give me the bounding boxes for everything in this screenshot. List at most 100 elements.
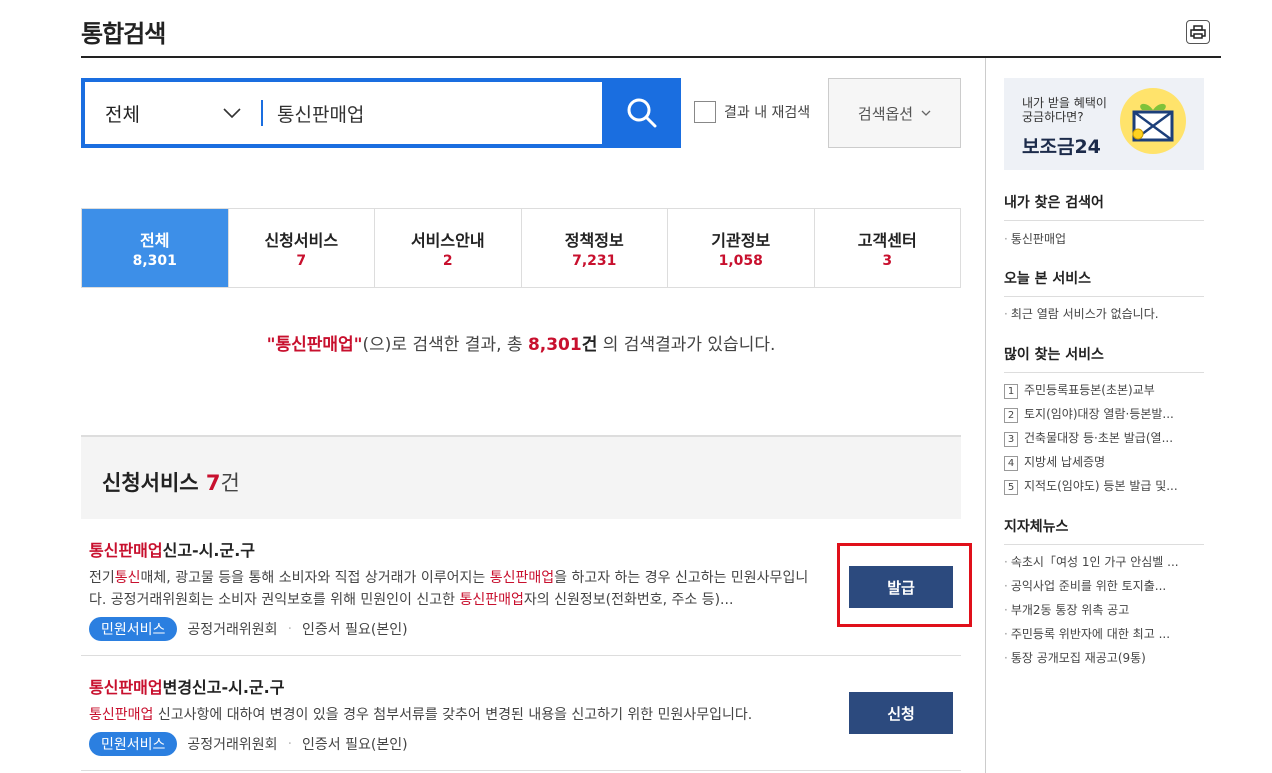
- summary-text-end: 의 검색결과가 있습니다.: [597, 335, 776, 355]
- tab-label: 전체: [140, 231, 170, 250]
- desc-highlight: 통신: [114, 570, 141, 586]
- tab-label: 신청서비스: [264, 231, 339, 250]
- apply-button[interactable]: 신청: [849, 692, 953, 734]
- news-item[interactable]: · 공익사업 준비를 위한 토지출...: [1004, 577, 1204, 594]
- my-searches-heading: 내가 찾은 검색어: [1004, 192, 1204, 221]
- news-label: 통장 공개모집 재공고(9통): [1010, 651, 1146, 665]
- news-item[interactable]: · 부개2동 통장 위촉 공고: [1004, 601, 1204, 618]
- news-label: 주민등록 위반자에 대한 최고 ...: [1010, 627, 1171, 641]
- popular-item[interactable]: 3 건축물대장 등·초본 발급(열...: [1004, 429, 1204, 447]
- popular-item[interactable]: 5 지적도(임야도) 등본 발급 및...: [1004, 477, 1204, 495]
- summary-total: 8,301: [527, 335, 582, 355]
- search-options-button[interactable]: 검색옵션: [828, 78, 961, 148]
- meta-separator: ·: [287, 621, 293, 637]
- popular-label: 지적도(임야도) 등본 발급 및...: [1024, 479, 1178, 493]
- tab-label: 서비스안내: [410, 231, 485, 250]
- result-item: 통신판매업신고-시.군.구 전기통신매체, 광고물 등을 통해 소비자와 직접 …: [81, 537, 961, 641]
- search-button[interactable]: [602, 78, 681, 148]
- summary-query: "통신판매업": [266, 335, 363, 355]
- service-tag[interactable]: 민원서비스: [89, 617, 178, 641]
- my-search-item[interactable]: · 통신판매업: [1004, 230, 1204, 247]
- recheck-toggle[interactable]: 결과 내 재검색: [694, 101, 810, 123]
- tab-policy-info[interactable]: 정책정보 7,231: [522, 209, 668, 287]
- tab-count: 8,301: [132, 253, 177, 269]
- tab-count: 2: [442, 253, 453, 269]
- result-item: 통신판매업변경신고-시.군.구 통신판매업 신고사항에 대하여 변경이 있을 경…: [81, 674, 961, 756]
- my-search-label: 통신판매업: [1010, 232, 1067, 246]
- tab-customer-center[interactable]: 고객센터 3: [815, 209, 961, 287]
- bullet: ·: [1004, 603, 1008, 617]
- bullet: ·: [1004, 555, 1008, 569]
- news-item[interactable]: · 주민등록 위반자에 대한 최고 ...: [1004, 625, 1204, 642]
- section-count: 7: [205, 471, 221, 495]
- news-label: 속초시「여성 1인 가구 안심벨 ...: [1010, 555, 1179, 569]
- tab-all[interactable]: 전체 8,301: [82, 209, 229, 287]
- today-viewed-label: 최근 열람 서비스가 없습니다.: [1010, 307, 1159, 321]
- desc-segment: 매체, 광고물 등을 통해 소비자와 직접 상거래가 이루어지는: [140, 570, 490, 586]
- news-item[interactable]: · 속초시「여성 1인 가구 안심벨 ...: [1004, 553, 1204, 570]
- title-divider: [81, 56, 1221, 58]
- recheck-checkbox[interactable]: [694, 101, 716, 123]
- result-title-rest: 변경신고-시.군.구: [162, 678, 285, 697]
- category-value: 전체: [105, 103, 140, 126]
- popular-label: 지방세 납세증명: [1024, 455, 1106, 469]
- result-org: 공정거래위원회: [187, 622, 278, 638]
- row-divider: [81, 655, 961, 656]
- banner-brand: 보조금24: [1022, 136, 1101, 158]
- popular-item[interactable]: 4 지방세 납세증명: [1004, 453, 1204, 471]
- banner-line2: 궁금하다면?: [1022, 110, 1084, 124]
- tab-label: 정책정보: [564, 231, 624, 250]
- popular-item[interactable]: 2 토지(임야)대장 열람·등본발...: [1004, 405, 1204, 423]
- result-cert: 인증서 필요(본인): [302, 737, 408, 753]
- meta-separator: ·: [287, 736, 293, 752]
- result-description: 전기통신매체, 광고물 등을 통해 소비자와 직접 상거래가 이루어지는 통신판…: [89, 567, 824, 611]
- result-summary: "통신판매업"(으)로 검색한 결과, 총 8,301건 의 검색결과가 있습니…: [81, 330, 961, 355]
- tab-agency-info[interactable]: 기관정보 1,058: [668, 209, 815, 287]
- news-item[interactable]: · 통장 공개모집 재공고(9통): [1004, 649, 1204, 666]
- print-button[interactable]: [1186, 20, 1210, 44]
- rank-badge: 4: [1004, 456, 1018, 471]
- print-icon: [1190, 25, 1206, 39]
- section-count-unit: 건: [220, 471, 240, 495]
- category-select[interactable]: 전체: [85, 82, 261, 144]
- banner-text: 내가 받을 혜택이 궁금하다면?: [1022, 96, 1107, 124]
- result-title[interactable]: 통신판매업변경신고-시.군.구: [89, 674, 961, 698]
- desc-segment: 자의 신원정보(전화번호, 주소 등)...: [523, 592, 734, 608]
- search-input[interactable]: 통신판매업: [277, 100, 602, 127]
- search-icon: [627, 98, 656, 128]
- banner-line1: 내가 받을 혜택이: [1022, 96, 1107, 110]
- chevron-down-icon: [223, 108, 241, 118]
- result-tabs: 전체 8,301 신청서비스 7 서비스안내 2 정책정보 7,231 기관정보…: [81, 208, 961, 288]
- today-viewed-empty: · 최근 열람 서비스가 없습니다.: [1004, 305, 1204, 322]
- tab-label: 기관정보: [711, 231, 771, 250]
- tab-application-service[interactable]: 신청서비스 7: [229, 209, 375, 287]
- section-header: 신청서비스 7건: [81, 435, 961, 519]
- bullet: ·: [1004, 651, 1008, 665]
- search-bar: 전체 통신판매업: [81, 78, 681, 148]
- rank-badge: 3: [1004, 432, 1018, 447]
- popular-item[interactable]: 1 주민등록표등본(초본)교부: [1004, 381, 1204, 399]
- service-tag[interactable]: 민원서비스: [89, 732, 178, 756]
- section-title: 신청서비스 7건: [102, 467, 240, 497]
- result-title-rest: 신고-시.군.구: [162, 541, 256, 560]
- subsidy24-banner[interactable]: 내가 받을 혜택이 궁금하다면? 보조금24: [1004, 78, 1204, 170]
- bullet: ·: [1004, 232, 1008, 246]
- result-org: 공정거래위원회: [187, 737, 278, 753]
- result-meta: 민원서비스 공정거래위원회 · 인증서 필요(본인): [89, 617, 961, 641]
- summary-text: (으)로 검색한 결과, 총: [362, 335, 528, 355]
- highlight-frame: [837, 543, 972, 627]
- result-title-highlight: 통신판매업: [89, 541, 163, 560]
- search-separator: [261, 100, 263, 126]
- section-title-label: 신청서비스: [102, 471, 199, 495]
- bullet: ·: [1004, 307, 1008, 321]
- desc-highlight: 통신판매업: [89, 707, 154, 723]
- result-title[interactable]: 통신판매업신고-시.군.구: [89, 537, 961, 561]
- tab-count: 3: [882, 253, 893, 269]
- result-meta: 민원서비스 공정거래위원회 · 인증서 필요(본인): [89, 732, 961, 756]
- news-label: 공익사업 준비를 위한 토지출...: [1010, 579, 1167, 593]
- page-title: 통합검색: [81, 20, 166, 48]
- tab-count: 1,058: [718, 253, 763, 269]
- popular-label: 건축물대장 등·초본 발급(열...: [1024, 431, 1174, 445]
- result-title-highlight: 통신판매업: [89, 678, 163, 697]
- tab-service-guide[interactable]: 서비스안내 2: [375, 209, 522, 287]
